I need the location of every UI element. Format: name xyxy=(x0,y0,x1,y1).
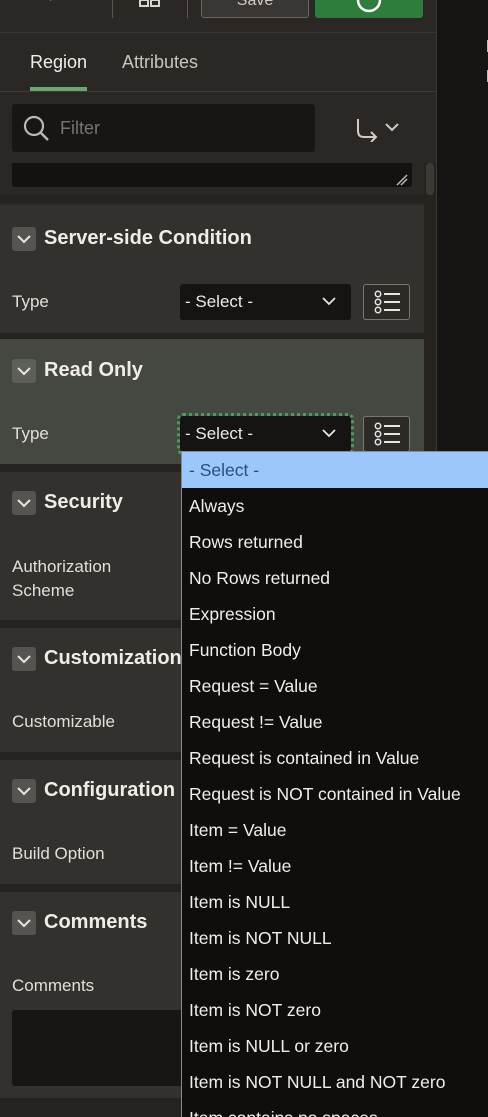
collapse-toggle[interactable] xyxy=(12,491,36,515)
dropdown-option[interactable]: Request is NOT contained in Value xyxy=(182,776,488,812)
dropdown-option[interactable]: No Rows returned xyxy=(182,560,488,596)
go-to-group-icon[interactable] xyxy=(354,116,404,142)
field-label-customizable: Customizable xyxy=(12,712,115,731)
read-only-type-select[interactable]: - Select - xyxy=(177,413,354,455)
layout-button[interactable] xyxy=(112,0,188,18)
chevron-down-icon xyxy=(17,919,31,928)
dropdown-option[interactable]: Item is NULL or zero xyxy=(182,1028,488,1064)
section-title: Customization xyxy=(44,647,182,669)
section-title: Read Only xyxy=(44,359,143,381)
dropdown-option[interactable]: Item is NOT zero xyxy=(182,992,488,1028)
scrollbar-thumb[interactable] xyxy=(426,163,434,195)
read-only-type-dropdown-list[interactable]: - Select - Always Rows returned No Rows ret… xyxy=(181,451,488,1117)
edit-button[interactable] xyxy=(12,0,72,18)
dropdown-option[interactable]: - Select - xyxy=(182,452,488,488)
dropdown-option[interactable]: Item = Value xyxy=(182,812,488,848)
dropdown-option[interactable]: Request = Value xyxy=(182,668,488,704)
run-icon xyxy=(356,0,382,13)
server-side-type-select[interactable]: - Select - xyxy=(180,284,351,320)
list-icon xyxy=(374,290,400,314)
field-label-type: Type xyxy=(12,424,49,443)
pencil-icon xyxy=(50,0,52,1)
run-button[interactable] xyxy=(315,0,423,18)
dropdown-option[interactable]: Item is NOT NULL xyxy=(182,920,488,956)
dropdown-option[interactable]: Item is NOT NULL and NOT zero xyxy=(182,1064,488,1100)
dropdown-option[interactable]: Item contains no spaces xyxy=(182,1100,488,1117)
tab-region[interactable]: Region xyxy=(30,52,87,73)
section-title: Server-side Condition xyxy=(44,227,252,249)
dropdown-option[interactable]: Item is zero xyxy=(182,956,488,992)
field-label-authorization-scheme: Authorization Scheme xyxy=(12,557,112,600)
section-title: Security xyxy=(44,491,123,513)
chevron-down-icon xyxy=(17,787,31,796)
server-side-condition-section: Server-side Condition Type - Select - xyxy=(0,205,424,333)
dropdown-option[interactable]: Item is NULL xyxy=(182,884,488,920)
chevron-down-icon xyxy=(17,235,31,244)
list-of-values-button[interactable] xyxy=(363,284,410,320)
dropdown-option[interactable]: Function Body xyxy=(182,632,488,668)
select-value: - Select - xyxy=(185,424,254,443)
chevron-down-icon xyxy=(17,367,31,376)
dropdown-option[interactable]: Item != Value xyxy=(182,848,488,884)
chevron-down-icon xyxy=(322,429,336,438)
select-value: - Select - xyxy=(185,292,254,311)
dropdown-option[interactable]: Request != Value xyxy=(182,704,488,740)
field-label-build-option: Build Option xyxy=(12,844,105,863)
dropdown-option[interactable]: Request is contained in Value xyxy=(182,740,488,776)
toolbar-divider xyxy=(0,32,436,33)
collapse-toggle[interactable] xyxy=(12,359,36,383)
collapse-toggle[interactable] xyxy=(12,647,36,671)
filter-box[interactable] xyxy=(12,104,315,152)
list-icon xyxy=(374,422,400,446)
chevron-down-icon xyxy=(17,655,31,664)
layout-icon xyxy=(139,0,160,7)
read-only-section: Read Only Type - Select - xyxy=(0,339,424,464)
tab-attributes[interactable]: Attributes xyxy=(122,52,198,73)
filter-input[interactable] xyxy=(60,118,300,139)
section-title: Comments xyxy=(44,911,148,933)
chevron-down-icon xyxy=(322,297,336,306)
source-textarea[interactable] xyxy=(12,163,412,187)
chevron-down-icon xyxy=(17,499,31,508)
collapse-toggle[interactable] xyxy=(12,779,36,803)
section-title: Configuration xyxy=(44,779,176,801)
search-icon xyxy=(23,115,49,141)
save-button[interactable]: Save xyxy=(201,0,309,18)
dropdown-option[interactable]: Always xyxy=(182,488,488,524)
tabs-divider xyxy=(0,91,436,92)
dropdown-option[interactable]: Expression xyxy=(182,596,488,632)
dropdown-option[interactable]: Rows returned xyxy=(182,524,488,560)
list-of-values-button[interactable] xyxy=(363,416,410,452)
field-label-comments: Comments xyxy=(12,976,95,995)
collapse-toggle[interactable] xyxy=(12,911,36,935)
section-gap xyxy=(0,195,424,203)
collapse-toggle[interactable] xyxy=(12,227,36,251)
field-label-type: Type xyxy=(12,292,49,311)
resize-grip-icon[interactable] xyxy=(396,174,408,186)
